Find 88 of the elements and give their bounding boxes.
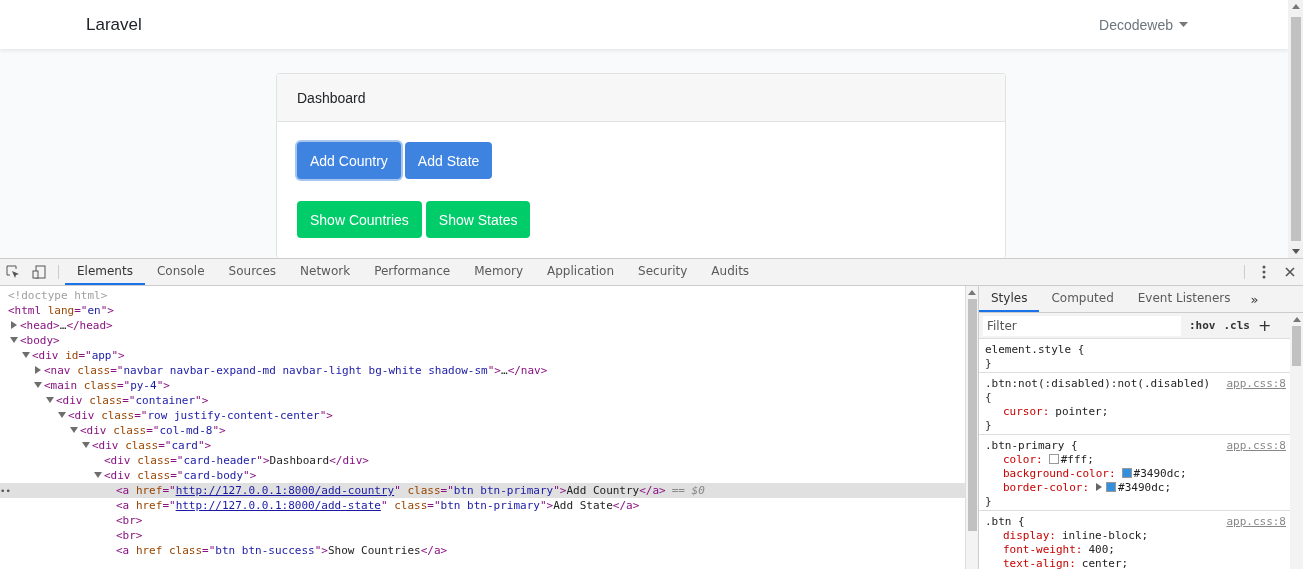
scrollbar-thumb[interactable] [1290, 17, 1301, 241]
dom-node-line[interactable]: <div class="row justify-content-center"> [0, 408, 965, 423]
page-scrollbar[interactable] [1288, 0, 1303, 258]
source-link[interactable]: app.css:8 [1226, 376, 1286, 390]
color-swatch[interactable] [1048, 454, 1059, 464]
devtools-tab[interactable]: Audits [699, 259, 762, 285]
styles-tab[interactable]: Computed [1039, 286, 1126, 312]
expand-triangle-icon[interactable] [1095, 483, 1104, 491]
devtools-tab[interactable]: Application [535, 259, 627, 285]
devtools-tab[interactable]: Elements [65, 259, 145, 285]
css-selector: .btn:not(:disabled):not(.disabled) [985, 376, 1211, 390]
dom-node-line[interactable]: <div class="card"> [0, 438, 965, 453]
elements-scrollbar[interactable] [965, 286, 978, 569]
scrollbar-thumb[interactable] [1292, 326, 1301, 366]
expanded-triangle-icon[interactable] [94, 471, 102, 479]
dom-node-line[interactable]: <head>…</head> [0, 318, 965, 333]
dom-node-line[interactable]: <div class="card-header">Dashboard</div> [0, 453, 965, 468]
css-property: border-color: [1003, 480, 1090, 494]
styles-scrollbar[interactable] [1290, 313, 1303, 569]
expanded-triangle-icon[interactable] [10, 336, 18, 344]
css-property: color: [1003, 452, 1043, 466]
expanded-triangle-icon[interactable] [22, 351, 30, 359]
dom-node-line[interactable]: <div class="container"> [0, 393, 965, 408]
dom-node-line[interactable]: <a href="http://127.0.0.1:8000/add-state" class="btn btn-primary">Add State</a> [0, 498, 965, 513]
scroll-down-icon[interactable] [1291, 249, 1300, 254]
devtools-tab[interactable]: Network [288, 259, 363, 285]
scroll-up-icon[interactable] [1292, 317, 1301, 322]
dom-node-line[interactable]: <main class="py-4"> [0, 378, 965, 393]
css-selector: .btn-primary { [985, 438, 1078, 452]
more-dots-marker[interactable]: •• [0, 485, 11, 496]
expanded-triangle-icon[interactable] [46, 396, 54, 404]
dom-node-line[interactable]: <body> [0, 333, 965, 348]
css-value: 400; [1088, 542, 1115, 556]
expanded-triangle-icon[interactable] [34, 381, 42, 389]
devtools-tab[interactable]: Memory [462, 259, 535, 285]
devtools-tab[interactable]: Console [144, 259, 217, 285]
more-tabs-button[interactable]: » [1242, 286, 1267, 312]
action-button[interactable]: Add State [404, 142, 493, 179]
brace: } [985, 418, 992, 432]
hover-toggle[interactable]: :hov [1189, 319, 1216, 332]
css-value: #3490dc; [1133, 466, 1187, 480]
new-rule-button[interactable]: + [1258, 316, 1272, 335]
collapsed-triangle-icon[interactable] [10, 321, 18, 329]
scrollbar-thumb[interactable] [967, 299, 977, 531]
css-property: background-color: [1003, 466, 1116, 480]
css-property: cursor: [1003, 404, 1050, 418]
css-value: center; [1081, 556, 1129, 569]
class-toggle[interactable]: .cls [1223, 319, 1250, 332]
filter-field[interactable]: Filter [983, 315, 1181, 336]
caret-icon [1179, 22, 1188, 27]
action-button[interactable]: Add Country [297, 142, 401, 179]
dom-node-line[interactable]: <nav class="navbar navbar-expand-md navbar-light bg-white shadow-sm">…</nav> [0, 363, 965, 378]
dom-node-line[interactable]: <br> [0, 528, 965, 543]
css-property: display: [1003, 528, 1056, 542]
dom-node-line[interactable]: <div class="col-md-8"> [0, 423, 965, 438]
css-value: inline-block; [1062, 528, 1149, 542]
brace: } [985, 356, 992, 370]
brand-name[interactable]: Laravel [86, 14, 142, 35]
dom-node-line[interactable]: <br> [0, 513, 965, 528]
styles-tab[interactable]: Event Listeners [1125, 286, 1243, 312]
color-swatch[interactable] [1106, 482, 1117, 492]
scroll-up-icon[interactable] [1291, 4, 1300, 9]
css-value: #fff; [1060, 452, 1094, 466]
css-selector: element.style { [985, 342, 1085, 356]
dom-node-line[interactable]: <div id="app"> [0, 348, 965, 363]
devtools-tab[interactable]: Sources [216, 259, 289, 285]
dom-node-line[interactable]: <div class="card-body"> [0, 468, 965, 483]
devtools-tab[interactable]: Performance [362, 259, 463, 285]
dom-node-line[interactable]: <a href class="btn btn-success">Show Countries</a> [0, 543, 965, 558]
user-menu[interactable]: Decodeweb [1099, 16, 1188, 33]
collapsed-triangle-icon[interactable] [34, 366, 42, 374]
source-link[interactable]: app.css:8 [1226, 514, 1286, 528]
card-header: Dashboard [277, 74, 1005, 122]
css-selector: .btn { [985, 514, 1025, 528]
expanded-triangle-icon[interactable] [58, 411, 66, 419]
source-link[interactable]: app.css:8 [1226, 438, 1286, 452]
css-value: #3490dc; [1118, 480, 1172, 494]
css-property: font-weight: [1003, 542, 1083, 556]
scroll-up-icon[interactable] [968, 290, 976, 295]
brace: } [985, 494, 992, 508]
brace: { [985, 390, 992, 404]
expanded-triangle-icon[interactable] [70, 426, 78, 434]
dom-node-line[interactable]: <html lang="en"> [0, 303, 965, 318]
devtools-tab[interactable]: Security [626, 259, 700, 285]
css-property: text-align: [1003, 556, 1076, 569]
css-value: pointer; [1055, 404, 1109, 418]
color-swatch[interactable] [1121, 468, 1132, 478]
expanded-triangle-icon[interactable] [82, 441, 90, 449]
